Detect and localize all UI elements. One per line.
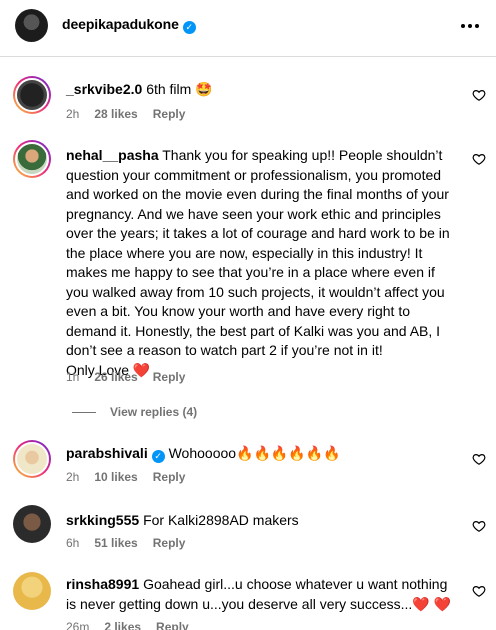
commenter-avatar[interactable] (13, 76, 51, 114)
like-heart-icon[interactable] (472, 88, 486, 102)
reply-button[interactable]: Reply (156, 620, 189, 630)
comment-text: 6th film 🤩 (146, 81, 213, 97)
commenter-avatar[interactable] (13, 440, 51, 478)
reply-button[interactable]: Reply (153, 107, 186, 121)
comment-meta: 2h 28 likes Reply (66, 107, 185, 121)
comment-likes[interactable]: 26 likes (94, 370, 137, 384)
reply-button[interactable]: Reply (153, 370, 186, 384)
commenter-avatar[interactable] (13, 505, 51, 543)
more-options-icon[interactable] (458, 14, 482, 38)
comment-username[interactable]: nehal__pasha (66, 147, 159, 163)
like-heart-icon[interactable] (472, 452, 486, 466)
comment-time: 26m (66, 620, 90, 630)
comment-time: 2h (66, 470, 80, 484)
like-heart-icon[interactable] (472, 152, 486, 166)
comment-username[interactable]: _srkvibe2.0 (66, 81, 142, 97)
view-replies-button[interactable]: View replies (4) (72, 405, 197, 419)
comment-meta: 6h 51 likes Reply (66, 536, 185, 550)
comment-body: _srkvibe2.0 6th film 🤩 (66, 80, 458, 100)
comment-meta: 26m 2 likes Reply (66, 620, 189, 630)
header-divider (0, 56, 496, 57)
commenter-avatar[interactable] (13, 572, 51, 610)
comment-body: srkking555 For Kalki2898AD makers (66, 511, 458, 531)
comment-username[interactable]: rinsha8991 (66, 576, 139, 592)
like-heart-icon[interactable] (472, 584, 486, 598)
comment-likes[interactable]: 28 likes (94, 107, 137, 121)
comment-time: 2h (66, 107, 80, 121)
comment-username[interactable]: parabshivali (66, 445, 148, 461)
comment-text: For Kalki2898AD makers (143, 512, 299, 528)
reply-button[interactable]: Reply (153, 536, 186, 550)
comment-username[interactable]: srkking555 (66, 512, 139, 528)
comment-text: Thank you for speaking up!! People shoul… (66, 147, 450, 358)
like-heart-icon[interactable] (472, 519, 486, 533)
verified-badge-icon: ✓ (182, 21, 196, 34)
comment-time: 6h (66, 536, 80, 550)
reply-button[interactable]: Reply (153, 470, 186, 484)
post-header: deepikapadukone ✓ (0, 0, 496, 52)
comment-likes[interactable]: 51 likes (94, 536, 137, 550)
comment-time: 1h (66, 370, 80, 384)
comment-meta: 1h 26 likes Reply (66, 370, 185, 384)
author-username[interactable]: deepikapadukone ✓ (62, 16, 196, 34)
replies-divider (72, 411, 96, 413)
verified-badge-icon: ✓ (151, 450, 165, 463)
commenter-avatar[interactable] (13, 140, 51, 178)
comment-body: nehal__pasha Thank you for speaking up!!… (66, 146, 458, 380)
author-avatar[interactable] (15, 9, 48, 42)
comment-likes[interactable]: 10 likes (94, 470, 137, 484)
comment-likes[interactable]: 2 likes (104, 620, 141, 630)
comment-body: rinsha8991 Goahead girl...u choose whate… (66, 575, 458, 614)
comment-meta: 2h 10 likes Reply (66, 470, 185, 484)
comment-body: parabshivali ✓ Wohooooo🔥🔥🔥🔥🔥🔥 (66, 444, 458, 464)
comment-text: Wohooooo🔥🔥🔥🔥🔥🔥 (168, 445, 341, 461)
